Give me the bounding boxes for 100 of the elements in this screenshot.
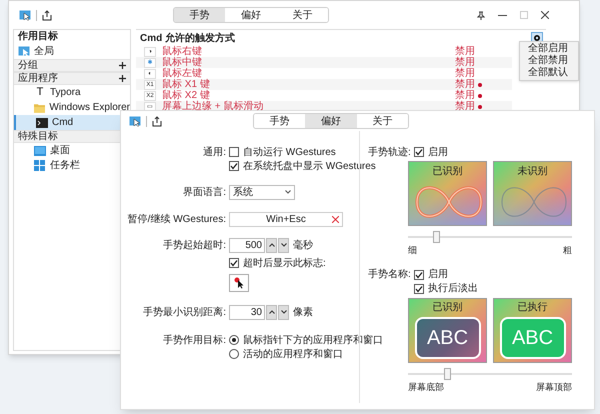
infinity-stroke-drawing <box>416 186 482 218</box>
share-icon[interactable] <box>42 10 52 20</box>
target-label: Cmd <box>52 116 74 130</box>
slider-max-label: 粗 <box>563 244 572 257</box>
unit-label: 毫秒 <box>293 238 313 252</box>
plus-icon[interactable] <box>119 75 126 82</box>
chevron-down-icon <box>280 310 286 314</box>
target-label: Windows Explorer <box>49 101 130 115</box>
pin-icon[interactable] <box>477 10 485 20</box>
trigger-label[interactable]: 鼠标中键 <box>162 57 455 68</box>
field-label: 通用: <box>202 146 227 160</box>
target-item[interactable]: 全局 <box>14 44 130 59</box>
checkbox-label[interactable]: 自动运行 WGestures <box>243 144 336 160</box>
taskbar-icon <box>34 160 46 171</box>
checkbox[interactable] <box>229 147 239 157</box>
menu-item[interactable]: 全部禁用 <box>520 55 578 67</box>
group-label: 特殊目标 <box>18 130 58 144</box>
share-icon[interactable] <box>152 116 162 126</box>
slider-track[interactable] <box>408 368 572 380</box>
tab[interactable]: 手势 <box>174 8 226 22</box>
marker-preview[interactable] <box>229 274 249 292</box>
menu-item[interactable]: 全部默认 <box>520 67 578 79</box>
slider-min-label: 细 <box>408 244 417 257</box>
radio-button[interactable] <box>229 349 239 359</box>
trigger-status[interactable]: 禁用 <box>455 90 475 101</box>
checkbox[interactable] <box>229 258 239 268</box>
chevron-down-icon <box>285 190 291 194</box>
dot-cursor-icon <box>234 277 244 289</box>
clear-icon[interactable] <box>332 216 339 222</box>
window-cursor-icon[interactable] <box>129 116 141 126</box>
trigger-label[interactable]: 鼠标 X2 键 <box>162 90 455 101</box>
close-icon[interactable] <box>541 11 549 19</box>
radio-label[interactable]: 活动的应用程序和窗口 <box>243 346 343 362</box>
slider-track[interactable] <box>408 231 572 243</box>
slider-thumb[interactable] <box>432 231 440 243</box>
field-label: 手势最小识别距离: <box>142 306 227 320</box>
trigger-status[interactable]: 禁用 <box>455 101 475 112</box>
trigger-label[interactable]: 屏幕上边缘 + 鼠标滑动 <box>162 101 455 112</box>
field-label: 手势起始超时: <box>162 238 227 252</box>
trigger-label[interactable]: 鼠标 X1 键 <box>162 79 455 90</box>
spin-down-button[interactable] <box>278 304 289 320</box>
menu-item[interactable]: 全部启用 <box>520 43 578 55</box>
trigger-label[interactable]: 鼠标左键 <box>162 68 455 79</box>
trigger-label[interactable]: 鼠标右键 <box>162 46 455 57</box>
checkbox-label[interactable]: 启用 <box>428 267 448 282</box>
target-item[interactable]: T Typora <box>14 85 130 100</box>
gear-icon <box>533 34 541 42</box>
gesture-name-label: ABC <box>500 316 566 358</box>
checkbox-label[interactable]: 执行后淡出 <box>428 281 478 296</box>
desktop-icon <box>34 146 46 156</box>
panel-title: Cmd 允许的触发方式 <box>140 31 235 46</box>
chevron-up-icon <box>268 243 274 247</box>
group-label: 分组 <box>18 59 38 72</box>
checkbox[interactable] <box>414 147 424 157</box>
field-label: 手势轨迹: <box>368 146 412 160</box>
hotkey-field[interactable]: Win+Esc <box>229 212 343 226</box>
checkbox[interactable] <box>414 270 424 280</box>
language-select[interactable]: 系统 <box>229 184 295 200</box>
spin-up-button[interactable] <box>266 238 277 252</box>
slider-max-label: 屏幕顶部 <box>536 380 572 394</box>
preview-title: 已执行 <box>518 300 548 314</box>
checkbox-label[interactable]: 超时后显示此标志: <box>243 256 326 270</box>
number-field[interactable]: 500 <box>229 238 265 252</box>
tab[interactable]: 偏好 <box>305 114 357 128</box>
target-item[interactable]: 任务栏 <box>14 158 130 173</box>
trigger-status[interactable]: 禁用 <box>455 57 475 68</box>
chevron-down-icon <box>280 243 286 247</box>
checkbox[interactable] <box>414 284 424 294</box>
field-label: 手势名称: <box>368 268 412 282</box>
slider-min-label: 屏幕底部 <box>408 380 444 394</box>
radio-button[interactable] <box>229 335 239 345</box>
unit-label: 像素 <box>293 306 313 320</box>
field-label: 手势作用目标: <box>162 334 227 348</box>
trigger-status[interactable]: 禁用 <box>455 68 475 79</box>
slider-thumb[interactable] <box>444 368 452 380</box>
letter-icon: T <box>34 84 46 101</box>
tab[interactable]: 手势 <box>254 114 306 128</box>
checkbox-label[interactable]: 在系统托盘中显示 WGestures <box>243 158 376 174</box>
target-label: 桌面 <box>50 144 70 158</box>
target-item[interactable]: 桌面 <box>14 143 130 158</box>
preview-title: 已识别 <box>432 165 464 179</box>
spin-up-button[interactable] <box>266 304 277 320</box>
gesture-name-label: ABC <box>414 316 480 358</box>
checkbox[interactable] <box>229 161 239 171</box>
field-label: 暂停/继续 WGestures: <box>126 212 227 226</box>
folder-icon <box>34 102 46 112</box>
checkbox-label[interactable]: 启用 <box>428 144 448 160</box>
target-label: 全局 <box>34 45 54 59</box>
target-item[interactable]: Windows Explorer <box>14 100 130 115</box>
panel-title: 作用目标 <box>16 30 59 44</box>
spin-down-button[interactable] <box>278 238 289 252</box>
preview-title: 已识别 <box>432 300 462 314</box>
number-field[interactable]: 30 <box>229 304 265 320</box>
target-label: Typora <box>50 86 81 100</box>
tab[interactable]: 关于 <box>356 114 408 128</box>
window-cursor-icon[interactable] <box>19 10 31 20</box>
plus-icon[interactable] <box>119 62 126 69</box>
trigger-status[interactable]: 禁用 <box>455 46 475 57</box>
trigger-status[interactable]: 禁用 <box>455 79 475 90</box>
window-cursor-icon <box>18 46 30 57</box>
